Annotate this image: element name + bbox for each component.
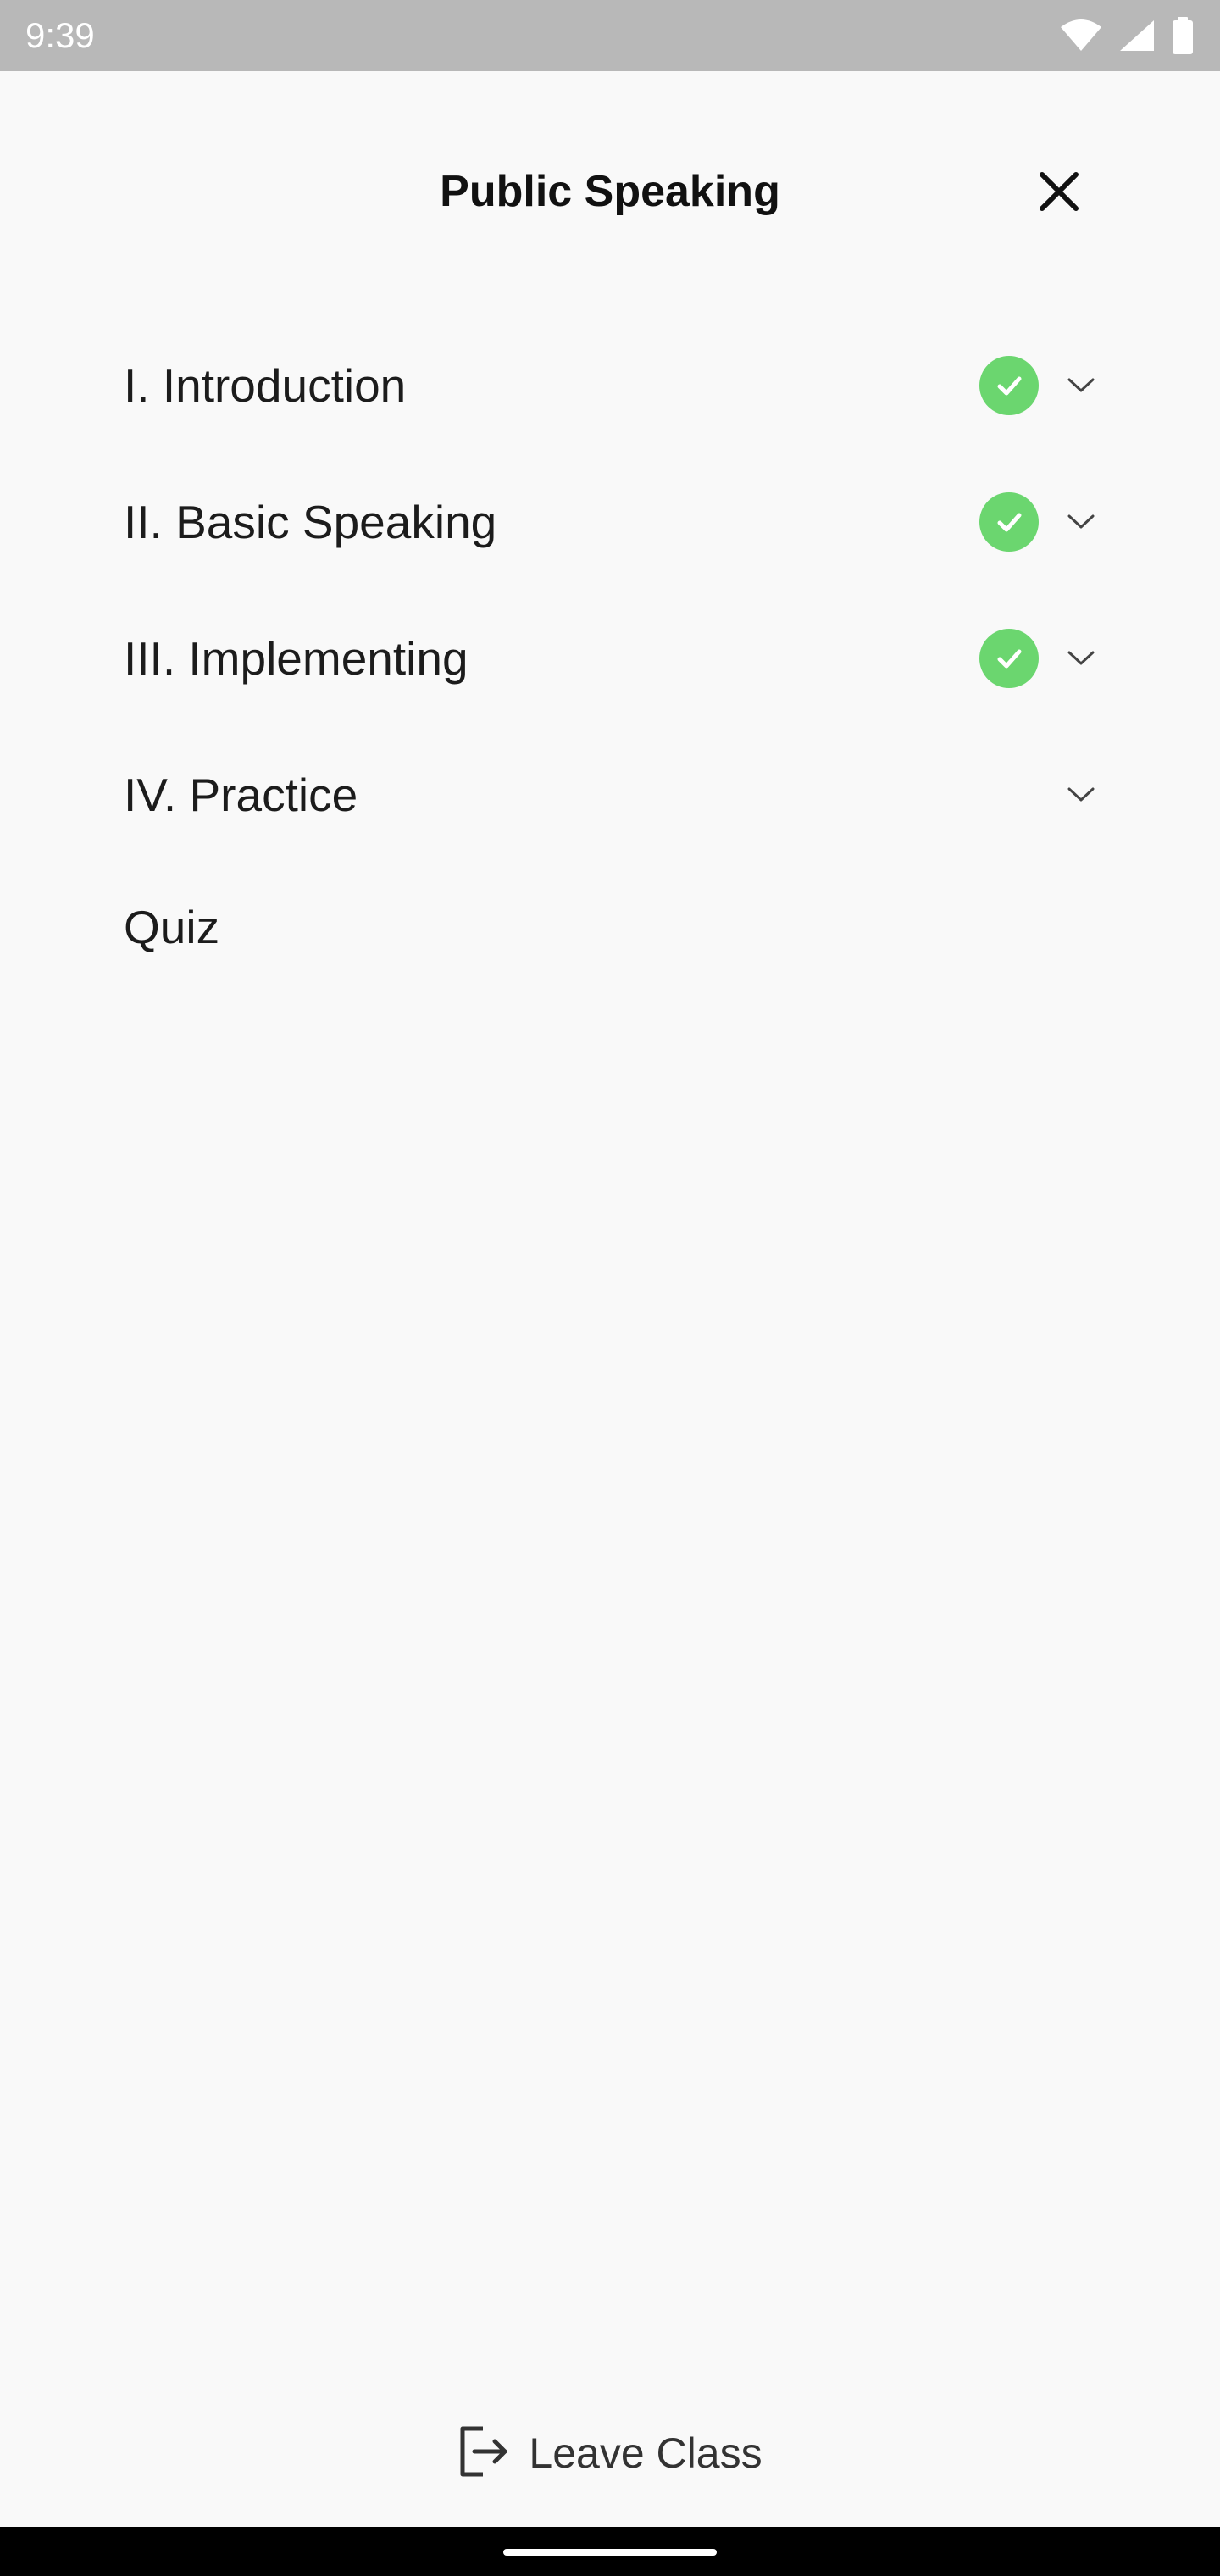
lesson-item-practice[interactable]: IV. Practice (0, 726, 1220, 863)
lesson-label: IV. Practice (124, 768, 358, 821)
chevron-down-icon[interactable] (1064, 370, 1098, 401)
lesson-item-quiz[interactable]: Quiz (0, 863, 1220, 991)
close-icon (1038, 170, 1080, 217)
check-circle-icon (979, 628, 1039, 688)
lesson-item-basic-speaking[interactable]: II. Basic Speaking (0, 453, 1220, 590)
lesson-list: I. Introduction II. Basic Speaking III. … (0, 317, 1220, 991)
lesson-label: Quiz (124, 901, 220, 953)
chevron-down-icon[interactable] (1064, 507, 1098, 537)
status-icons (1059, 17, 1195, 54)
check-circle-icon (979, 491, 1039, 552)
status-time: 9:39 (25, 15, 95, 55)
check-circle-icon (979, 355, 1039, 415)
leave-class-button[interactable]: Leave Class (0, 2415, 1220, 2491)
lesson-label: III. Implementing (124, 631, 469, 685)
battery-icon (1171, 17, 1195, 54)
status-bar: 9:39 (0, 0, 1220, 71)
lesson-item-implementing[interactable]: III. Implementing (0, 590, 1220, 726)
lesson-label: I. Introduction (124, 358, 407, 412)
chevron-down-icon[interactable] (1064, 780, 1098, 810)
course-menu-screen: 9:39 Public Speaking I. Introduction II.… (0, 0, 1220, 2576)
home-handle[interactable] (503, 2549, 717, 2556)
wifi-icon (1059, 19, 1103, 53)
cellular-signal-icon (1118, 19, 1156, 53)
navigation-bar (0, 2527, 1220, 2576)
lesson-item-introduction[interactable]: I. Introduction (0, 317, 1220, 453)
exit-icon (458, 2423, 510, 2484)
chevron-down-icon[interactable] (1064, 643, 1098, 674)
close-button[interactable] (1029, 163, 1090, 224)
leave-class-label: Leave Class (529, 2429, 762, 2477)
header: Public Speaking (0, 71, 1220, 317)
lesson-label: II. Basic Speaking (124, 495, 497, 548)
